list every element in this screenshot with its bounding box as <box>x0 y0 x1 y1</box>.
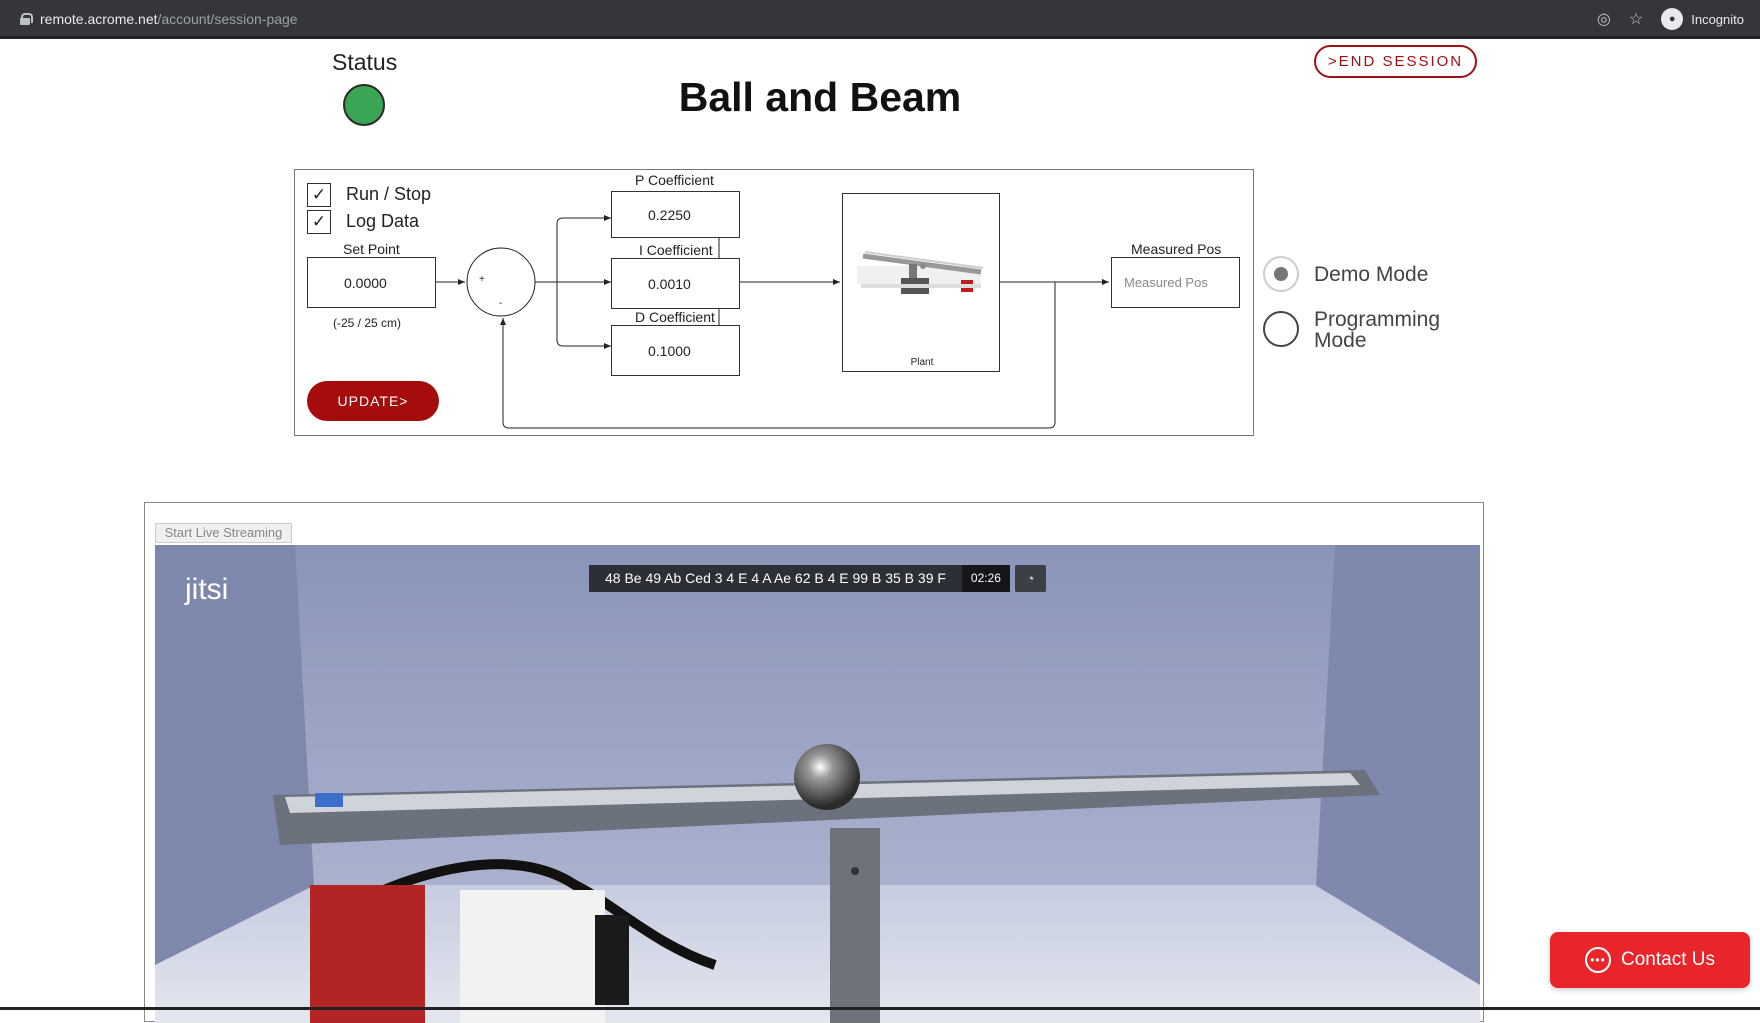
d-coefficient-input[interactable]: 0.1000 <box>611 325 740 376</box>
plant-block: Plant <box>842 193 1000 372</box>
control-diagram-panel: ✓ Run / Stop ✓ Log Data Set Point 0.0000… <box>294 169 1254 436</box>
programming-mode-radio[interactable] <box>1263 311 1299 347</box>
log-data-label: Log Data <box>346 211 420 231</box>
contact-us-label: Contact Us <box>1621 949 1715 970</box>
eye-off-icon[interactable]: ◎ <box>1597 9 1611 29</box>
measured-pos-field: Measured Pos <box>1111 257 1240 308</box>
run-stop-label: Run / Stop <box>346 184 432 204</box>
update-button[interactable]: UPDATE> <box>307 381 439 421</box>
minus-sign: - <box>499 298 503 309</box>
url-domain: remote.acrome.net <box>40 11 158 27</box>
star-icon[interactable]: ☆ <box>1629 9 1643 29</box>
url-path: /account/session-page <box>157 11 298 27</box>
demo-mode-label: Demo Mode <box>1314 263 1429 286</box>
run-stop-checkbox[interactable]: ✓ <box>307 183 331 207</box>
i-coefficient-input[interactable]: 0.0010 <box>611 258 740 309</box>
start-live-streaming-button[interactable]: Start Live Streaming <box>155 523 292 543</box>
i-coefficient-label: I Coefficient <box>639 242 713 258</box>
plant-label: Plant <box>910 357 934 368</box>
status-indicator <box>343 84 385 126</box>
programming-mode-label-line1: Programming <box>1314 308 1441 331</box>
jitsi-logo: jitsi <box>185 573 229 606</box>
set-point-range: (-25 / 25 cm) <box>333 316 402 330</box>
browser-actions: ◎ ☆ ● Incognito <box>1597 8 1744 30</box>
speedometer-icon[interactable]: ◔ <box>1014 565 1046 592</box>
d-coefficient-label: D Coefficient <box>635 309 715 325</box>
meeting-timer: 02:26 <box>961 565 1010 592</box>
plant-image <box>857 251 984 294</box>
incognito-label: Incognito <box>1691 11 1744 27</box>
page-title: Ball and Beam <box>678 74 962 120</box>
meeting-name: 48 Be 49 Ab Ced 3 4 E 4 A Ae 62 B 4 E 99… <box>589 565 962 592</box>
programming-mode-label: Programming Mode <box>1314 309 1440 351</box>
incognito-profile[interactable]: ● Incognito <box>1661 8 1744 30</box>
video-feed[interactable]: jitsi 48 Be 49 Ab Ced 3 4 E 4 A Ae 62 B … <box>155 545 1480 1023</box>
address-bar[interactable]: remote.acrome.net/account/session-page <box>20 11 298 27</box>
meeting-info-bar: 48 Be 49 Ab Ced 3 4 E 4 A Ae 62 B 4 E 99… <box>589 565 1046 592</box>
log-data-checkbox[interactable]: ✓ <box>307 210 331 234</box>
p-coefficient-input[interactable]: 0.2250 <box>611 191 740 238</box>
chat-icon: ••• <box>1585 947 1611 973</box>
set-point-input[interactable]: 0.0000 <box>307 257 436 308</box>
programming-mode-label-line2: Mode <box>1314 329 1367 352</box>
lock-icon <box>20 13 33 25</box>
set-point-label: Set Point <box>343 241 400 257</box>
end-session-button[interactable]: >END SESSION <box>1314 45 1477 78</box>
contact-us-button[interactable]: ••• Contact Us <box>1550 932 1750 988</box>
plus-sign: + <box>479 274 485 285</box>
status-label: Status <box>332 49 398 75</box>
video-scene <box>155 545 1480 1023</box>
measured-pos-label: Measured Pos <box>1131 241 1222 257</box>
browser-toolbar: remote.acrome.net/account/session-page ◎… <box>0 0 1760 39</box>
demo-mode-radio[interactable] <box>1263 256 1299 292</box>
live-stream-panel: Start Live Streaming jitsi 48 Be 49 Ab C… <box>144 502 1484 1023</box>
incognito-icon: ● <box>1661 8 1684 30</box>
p-coefficient-label: P Coefficient <box>635 172 714 188</box>
